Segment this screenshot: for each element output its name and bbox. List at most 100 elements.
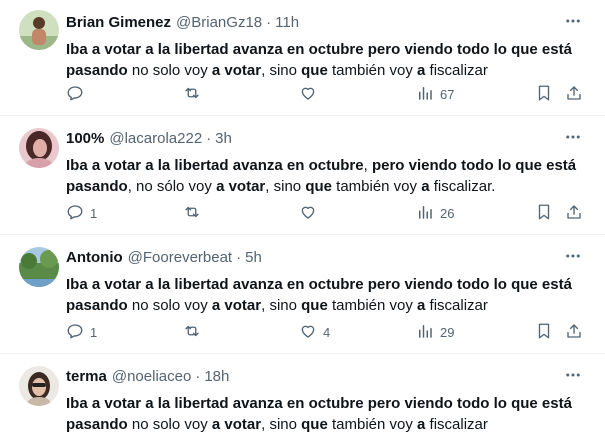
tweet-header: Brian Gimenez @BrianGz18 · 11h: [66, 12, 299, 32]
like-button[interactable]: [299, 82, 323, 106]
tweet-text-segment: , sino: [265, 178, 306, 195]
views-button[interactable]: 26: [416, 201, 454, 225]
tweet-text-segment: fiscalizar: [425, 62, 488, 79]
retweet-button[interactable]: [183, 201, 201, 225]
like-button[interactable]: [299, 201, 323, 225]
tweet-card[interactable]: terma @noeliaceo · 18h Iba a votar a la …: [0, 354, 605, 440]
user-handle[interactable]: @lacarola222: [109, 130, 202, 147]
like-count: 4: [323, 324, 331, 340]
user-handle[interactable]: @BrianGz18: [176, 14, 262, 31]
user-handle[interactable]: @noeliaceo: [112, 368, 191, 385]
retweet-button[interactable]: [183, 82, 201, 106]
share-icon: [565, 322, 583, 343]
tweet-text-segment: , no sólo voy: [127, 178, 217, 195]
tweet-text: Iba a votar a la libertad avanza en octu…: [66, 155, 586, 197]
reply-button[interactable]: 1: [66, 201, 97, 225]
views-button[interactable]: 29: [416, 320, 454, 344]
reply-icon: [66, 84, 84, 105]
tweet-text-segment: a votar: [211, 297, 262, 314]
tweet-text-segment: que: [301, 62, 328, 79]
bookmark-button[interactable]: [535, 82, 553, 106]
tweet-text-segment: fiscalizar: [425, 297, 488, 314]
separator-dot: ·: [236, 248, 242, 266]
avatar[interactable]: [19, 366, 59, 406]
more-options-icon[interactable]: [562, 365, 584, 385]
reply-count: 1: [90, 324, 98, 340]
tweet-text-segment: que: [301, 297, 328, 314]
timestamp[interactable]: 3h: [215, 130, 232, 147]
tweet-actions: 1 26: [0, 201, 605, 225]
display-name[interactable]: Brian Gimenez: [66, 14, 171, 31]
tweet-text: Iba a votar a la libertad avanza en octu…: [66, 274, 586, 316]
timestamp[interactable]: 18h: [204, 368, 229, 385]
tweet-text-segment: , sino: [261, 416, 302, 433]
tweet-text-segment: no solo voy: [127, 297, 212, 314]
bookmark-icon: [535, 322, 553, 343]
like-button[interactable]: 4: [299, 320, 330, 344]
bookmark-icon: [535, 203, 553, 224]
avatar[interactable]: [19, 247, 59, 287]
tweet-actions: 67: [0, 82, 605, 106]
share-button[interactable]: [565, 82, 583, 106]
heart-icon: [299, 203, 317, 224]
tweet-text-segment: no solo voy: [127, 62, 212, 79]
tweet-text-segment: también voy: [327, 297, 418, 314]
avatar[interactable]: [19, 10, 59, 50]
retweet-icon: [183, 203, 201, 224]
tweet-text-segment: que: [301, 416, 328, 433]
display-name[interactable]: terma: [66, 368, 107, 385]
avatar[interactable]: [19, 128, 59, 168]
tweet-card[interactable]: 100% @lacarola222 · 3h Iba a votar a la …: [0, 116, 605, 235]
tweet-actions: 1 4 29: [0, 320, 605, 344]
tweet-text-segment: a votar: [211, 416, 262, 433]
bookmark-button[interactable]: [535, 201, 553, 225]
tweet-text-segment: también voy: [327, 416, 418, 433]
tweet-text-segment: también voy: [327, 62, 418, 79]
more-options-icon[interactable]: [562, 246, 584, 266]
retweet-button[interactable]: [183, 320, 201, 344]
tweet-header: 100% @lacarola222 · 3h: [66, 128, 232, 148]
share-icon: [565, 203, 583, 224]
tweet-text-segment: que: [305, 178, 332, 195]
more-options-icon[interactable]: [562, 11, 584, 31]
separator-dot: ·: [266, 13, 272, 31]
bar-chart-icon: [416, 322, 434, 343]
tweet-text-segment: , sino: [261, 297, 302, 314]
share-button[interactable]: [565, 320, 583, 344]
tweet-text: Iba a votar a la libertad avanza en octu…: [66, 39, 586, 81]
separator-dot: ·: [206, 129, 212, 147]
reply-button[interactable]: [66, 82, 90, 106]
timestamp[interactable]: 11h: [275, 14, 299, 31]
view-count: 29: [440, 324, 455, 340]
reply-button[interactable]: 1: [66, 320, 97, 344]
tweet-text-segment: a: [421, 178, 430, 195]
tweet-text-segment: no solo voy: [127, 416, 212, 433]
user-handle[interactable]: @Fooreverbeat: [128, 249, 232, 266]
tweet-text-segment: a votar: [211, 62, 262, 79]
tweet-text-segment: Iba a votar a la libertad avanza en octu…: [66, 157, 364, 174]
tweet-text-segment: fiscalizar.: [429, 178, 496, 195]
bookmark-button[interactable]: [535, 320, 553, 344]
view-count: 26: [440, 205, 455, 221]
share-button[interactable]: [565, 201, 583, 225]
tweet-text-segment: también voy: [331, 178, 422, 195]
tweet-text-segment: , sino: [261, 62, 302, 79]
display-name[interactable]: 100%: [66, 130, 104, 147]
reply-icon: [66, 203, 84, 224]
display-name[interactable]: Antonio: [66, 249, 123, 266]
tweet-card[interactable]: Antonio @Fooreverbeat · 5h Iba a votar a…: [0, 235, 605, 354]
tweet-text: Iba a votar a la libertad avanza en octu…: [66, 393, 586, 435]
timestamp[interactable]: 5h: [245, 249, 262, 266]
retweet-icon: [183, 84, 201, 105]
view-count: 67: [440, 86, 455, 102]
views-button[interactable]: 67: [416, 82, 454, 106]
tweet-text-segment: fiscalizar: [425, 416, 488, 433]
reply-icon: [66, 322, 84, 343]
heart-icon: [299, 84, 317, 105]
tweet-card[interactable]: Brian Gimenez @BrianGz18 · 11h Iba a vot…: [0, 0, 605, 116]
heart-icon: [299, 322, 317, 343]
separator-dot: ·: [195, 367, 201, 385]
retweet-icon: [183, 322, 201, 343]
more-options-icon[interactable]: [562, 127, 584, 147]
bar-chart-icon: [416, 203, 434, 224]
